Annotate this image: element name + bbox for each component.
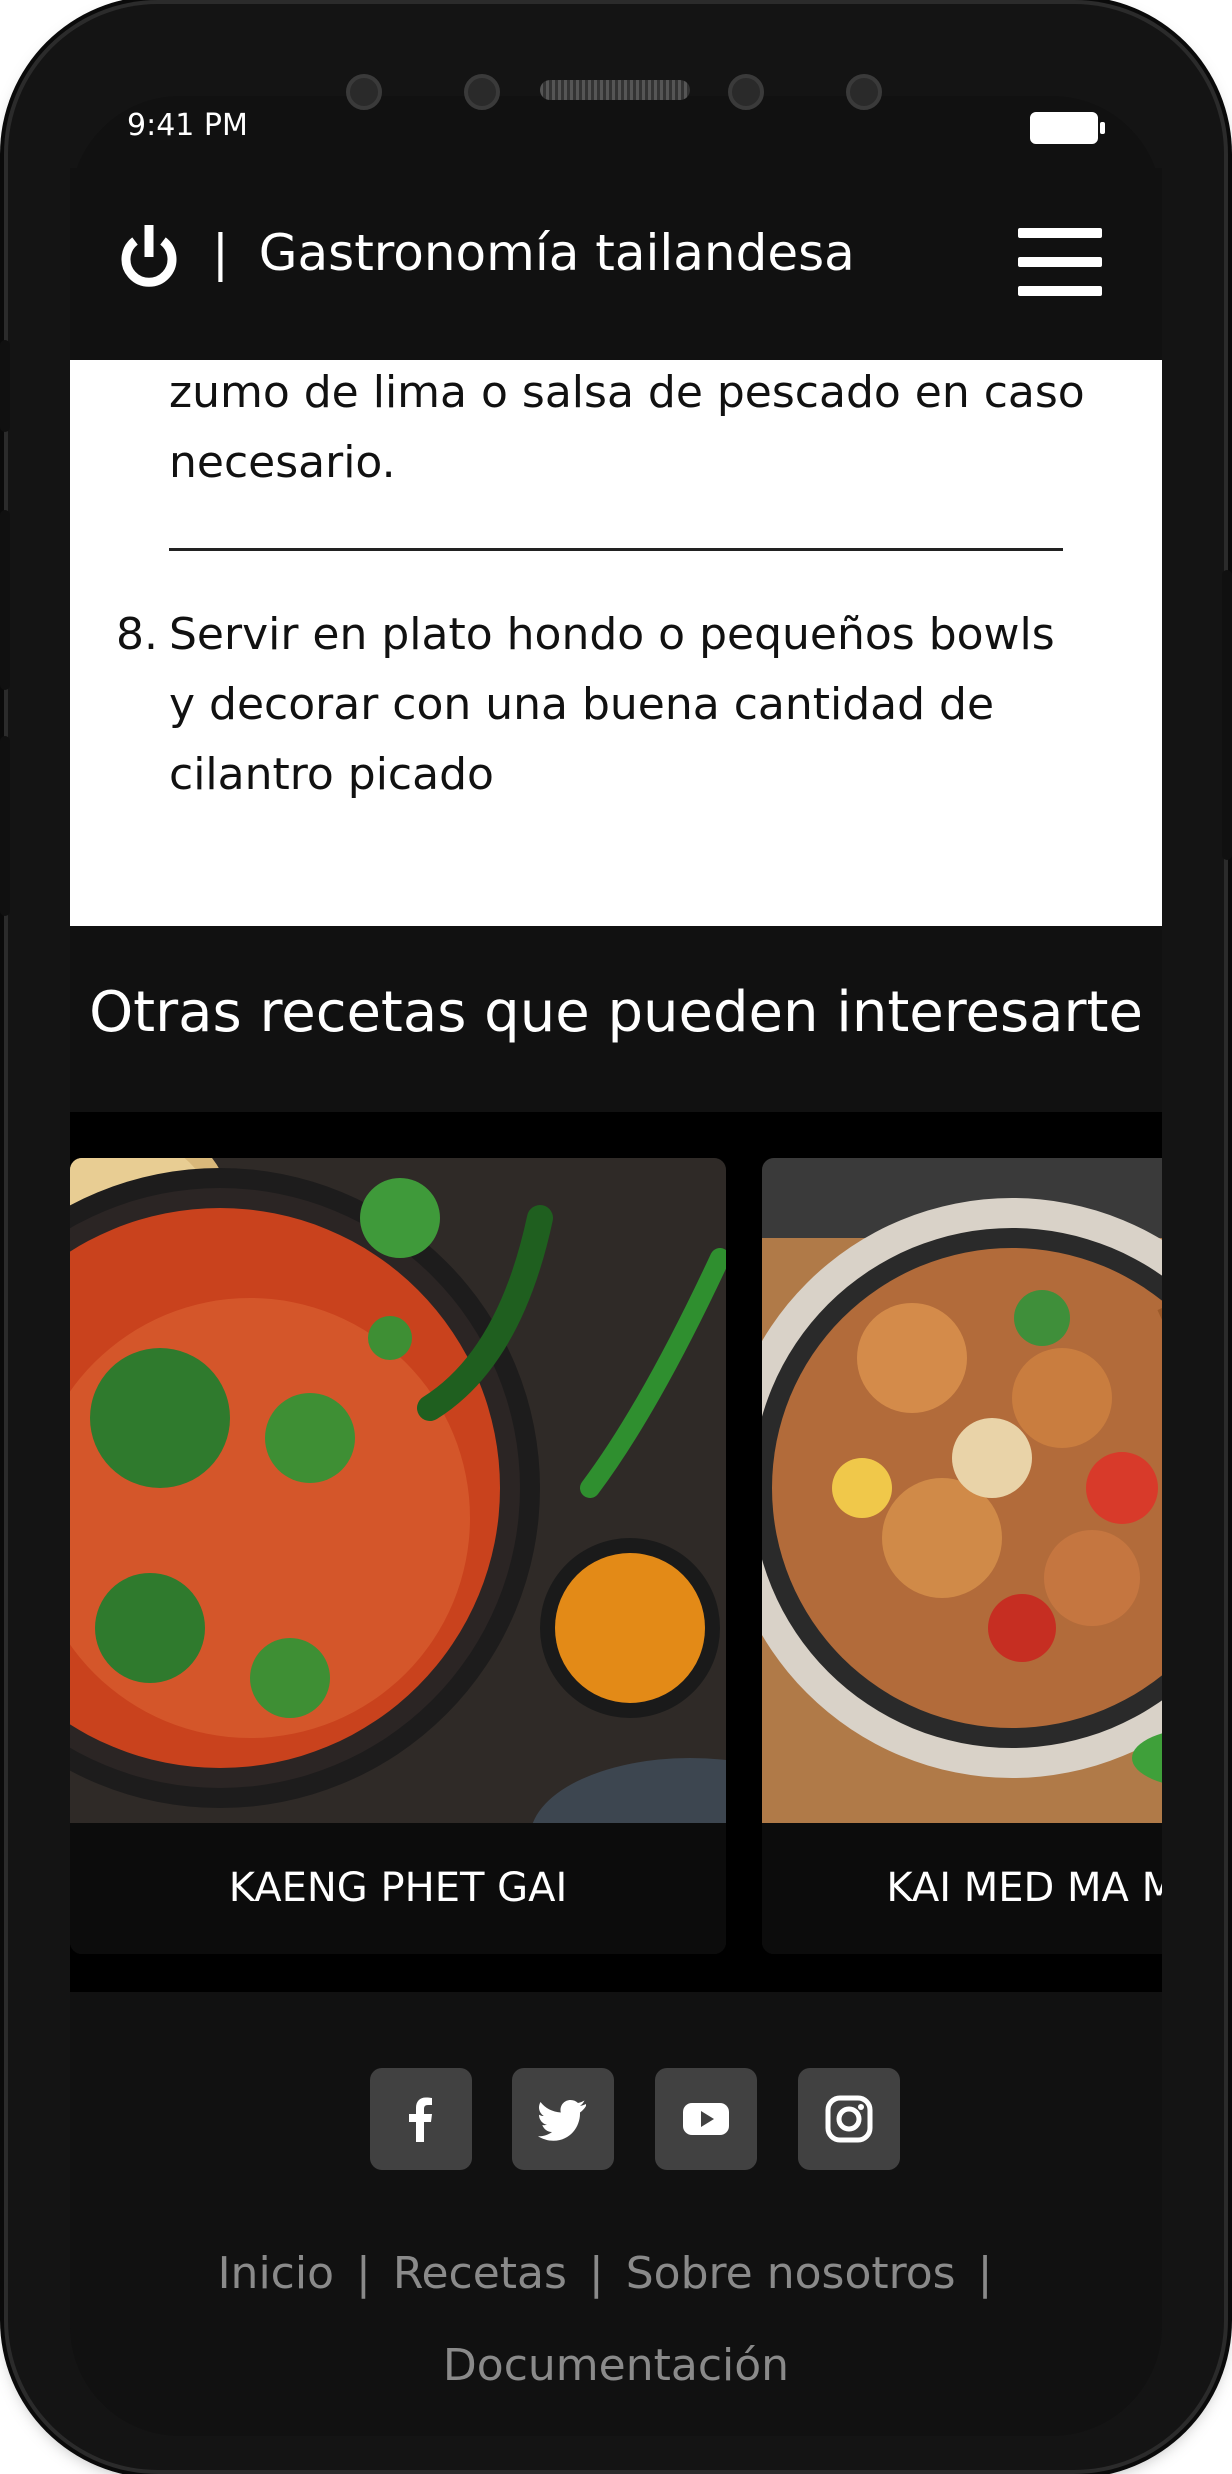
camera-sensor	[346, 74, 382, 110]
footer-separator: |	[356, 2248, 371, 2299]
related-recipes-title: Otras recetas que pueden interesarte	[89, 980, 1143, 1045]
step-8-text-line-1: Servir en plato hondo o pequeños bowls	[169, 609, 1055, 660]
battery-icon	[1030, 112, 1105, 144]
ambient-sensor	[846, 74, 882, 110]
step-8-text-line-3: cilantro picado	[169, 749, 494, 800]
recipe-card-image	[70, 1158, 726, 1823]
youtube-icon	[683, 2103, 729, 2135]
instagram-link[interactable]	[798, 2068, 900, 2170]
hamburger-menu-icon[interactable]	[1018, 228, 1102, 296]
footer-link-recetas[interactable]: Recetas	[393, 2248, 567, 2299]
facebook-icon	[409, 2097, 432, 2142]
youtube-link[interactable]	[655, 2068, 757, 2170]
recipe-card-kai-med-ma-muang[interactable]: KAI MED MA MUANG	[762, 1158, 1162, 1954]
front-camera	[728, 74, 764, 110]
footer-link-inicio[interactable]: Inicio	[218, 2248, 334, 2299]
step-8-number: 8.	[116, 609, 158, 660]
step-7-text-line-1: zumo de lima o salsa de pescado en caso	[169, 367, 1085, 418]
footer-link-sobre-nosotros[interactable]: Sobre nosotros	[626, 2248, 956, 2299]
footer-nav: Inicio | Recetas | Sobre nosotros | Documenta…	[70, 2228, 1162, 2412]
site-title-text: Gastronomía tailandesa	[258, 224, 855, 282]
instagram-icon	[825, 2095, 873, 2143]
app-header: | Gastronomía tailandesa	[70, 168, 1162, 360]
side-button-volume-down	[0, 736, 10, 916]
status-time: 9:41 PM	[127, 108, 248, 143]
footer-separator: |	[977, 2248, 993, 2299]
recipe-card-label: KAENG PHET GAI	[70, 1823, 726, 1954]
power-icon[interactable]	[119, 225, 179, 289]
recipe-card-kaeng-phet-gai[interactable]: KAENG PHET GAI	[70, 1158, 726, 1954]
footer-separator: |	[588, 2248, 604, 2299]
twitter-icon	[538, 2100, 586, 2141]
step-divider	[169, 548, 1063, 551]
related-recipes-carousel[interactable]: KAENG PHET GAI KAI MED MA MUANG	[70, 1112, 1162, 1992]
twitter-link[interactable]	[512, 2068, 614, 2170]
title-separator: |	[212, 224, 229, 282]
site-title[interactable]: | Gastronomía tailandesa	[212, 224, 855, 282]
recipe-card-label: KAI MED MA MUANG	[762, 1823, 1162, 1954]
footer-link-documentacion[interactable]: Documentación	[443, 2340, 789, 2391]
step-7-text-line-2: necesario.	[169, 437, 396, 488]
facebook-link[interactable]	[370, 2068, 472, 2170]
side-button-volume-up	[0, 510, 10, 690]
recipe-card-image	[762, 1158, 1162, 1823]
side-button-silent	[0, 340, 10, 432]
proximity-sensor	[464, 74, 500, 110]
step-8-text-line-2: y decorar con una buena cantidad de	[169, 679, 995, 730]
earpiece-speaker	[540, 80, 690, 100]
side-button-power	[1222, 570, 1232, 860]
recipe-steps: zumo de lima o salsa de pescado en caso …	[70, 360, 1162, 926]
